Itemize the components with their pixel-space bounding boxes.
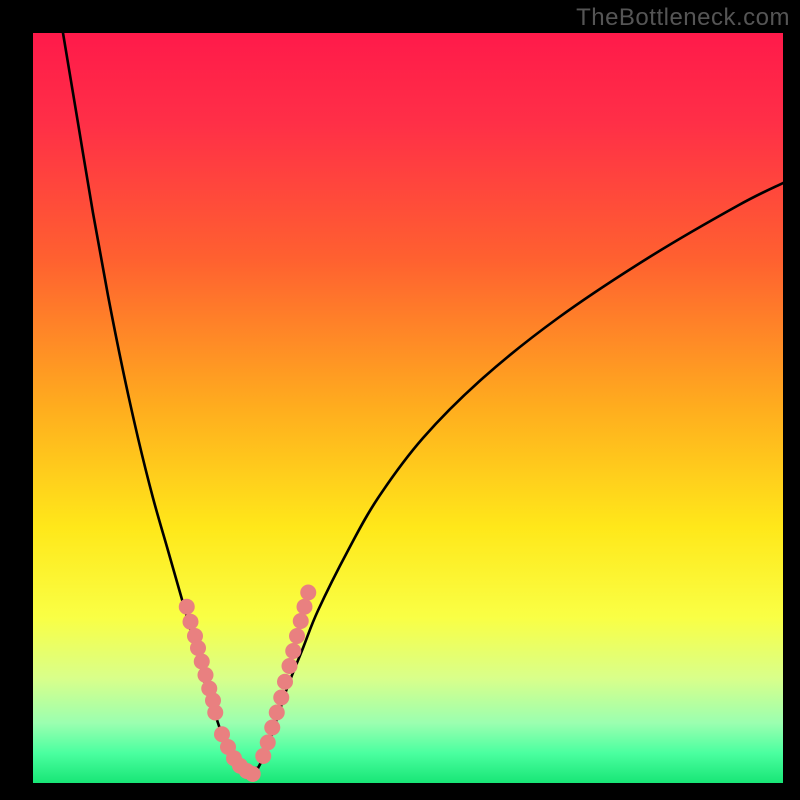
- marker-dot: [260, 735, 276, 751]
- marker-dot: [273, 690, 289, 706]
- marker-dot: [207, 705, 223, 721]
- marker-dot: [183, 614, 199, 630]
- marker-dot: [269, 705, 285, 721]
- marker-dot: [264, 720, 280, 736]
- marker-dot: [277, 674, 293, 690]
- marker-dot: [282, 658, 298, 674]
- marker-dot: [293, 613, 309, 629]
- markers-right: [255, 585, 316, 765]
- markers-left: [179, 599, 261, 782]
- marker-dot: [245, 766, 261, 782]
- watermark-text: TheBottleneck.com: [576, 4, 790, 32]
- marker-dot: [289, 628, 305, 644]
- curve-layer: [33, 33, 783, 783]
- marker-dot: [285, 643, 301, 659]
- marker-dot: [190, 640, 206, 656]
- left-branch-curve: [63, 33, 236, 768]
- marker-dot: [297, 599, 313, 615]
- chart-frame: TheBottleneck.com: [0, 0, 800, 800]
- marker-dot: [198, 667, 214, 683]
- right-branch-curve: [258, 183, 783, 768]
- plot-area: [33, 33, 783, 783]
- marker-dot: [300, 585, 316, 601]
- marker-dot: [194, 654, 210, 670]
- marker-dot: [179, 599, 195, 615]
